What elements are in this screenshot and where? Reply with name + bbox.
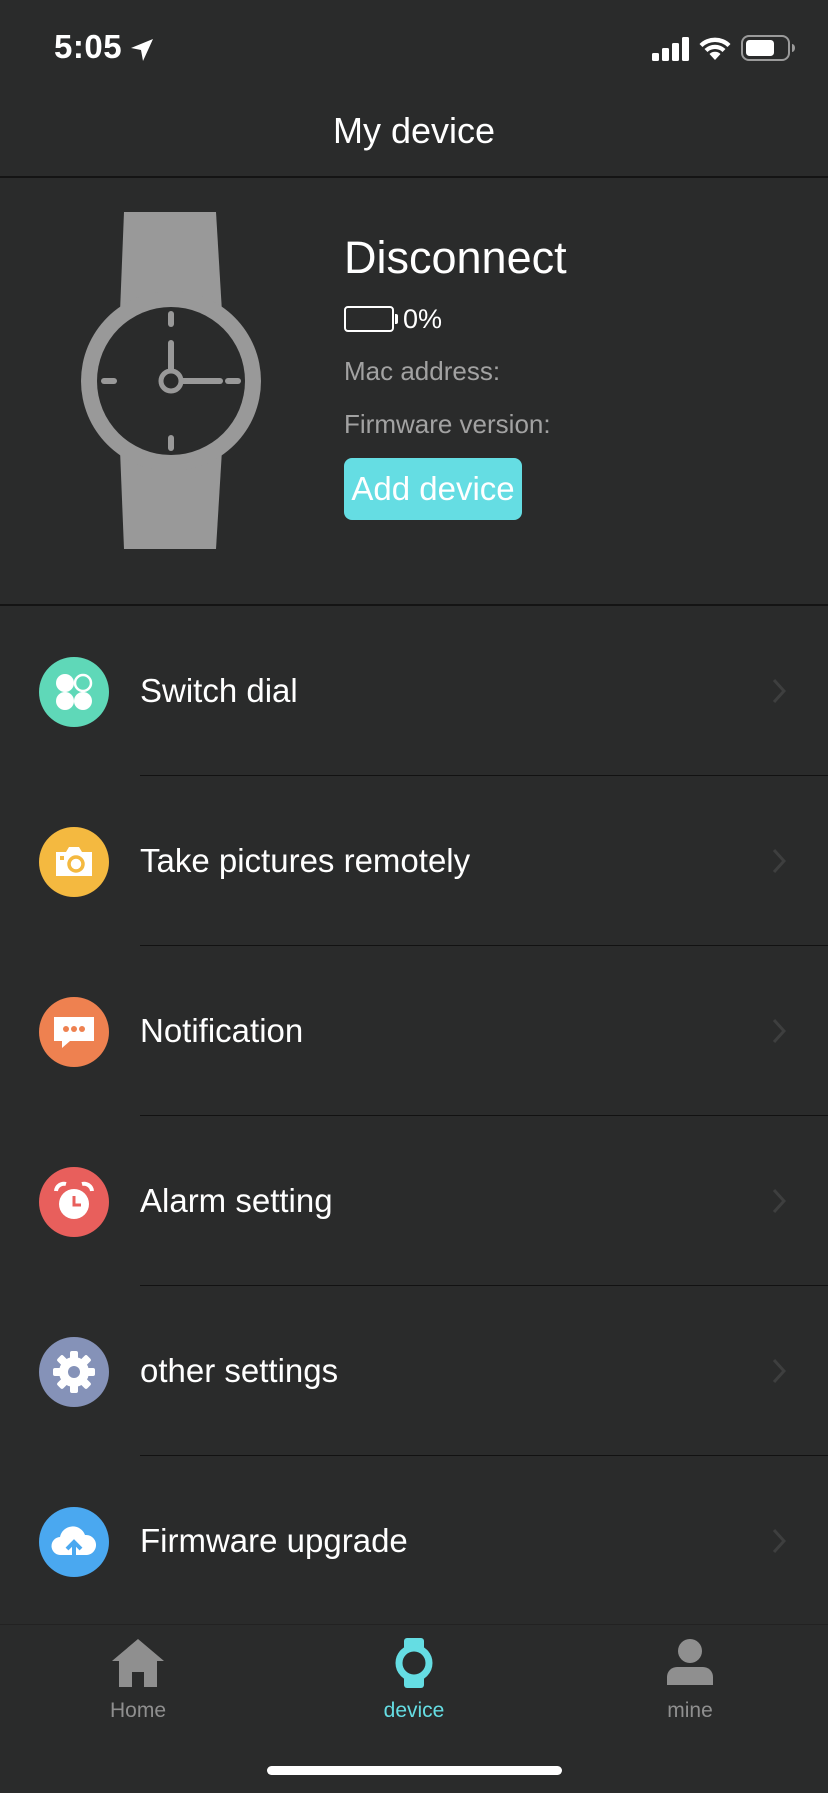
mac-address-label: Mac address: — [344, 356, 501, 386]
menu-item-label: Take pictures remotely — [140, 842, 471, 879]
camera-icon — [39, 827, 109, 897]
menu-item-label: Notification — [140, 1012, 304, 1049]
chevron-right-icon — [772, 848, 786, 874]
menu-item-firmware-upgrade[interactable]: Firmware upgrade — [0, 1456, 828, 1626]
battery-outline-icon — [344, 306, 394, 332]
device-info: Disconnect 0% Mac address: Firmware vers… — [344, 232, 567, 520]
chevron-right-icon — [772, 1018, 786, 1044]
page-title: My device — [332, 110, 496, 151]
device-menu-list: Switch dial Take pictures remotely Notif… — [0, 606, 828, 1626]
menu-item-label: Switch dial — [140, 672, 298, 709]
home-indicator[interactable] — [267, 1766, 562, 1775]
battery-percent: 0% — [403, 304, 443, 334]
status-bar: 5:05 — [0, 0, 828, 88]
tab-device[interactable]: device — [276, 1625, 552, 1745]
gear-icon — [39, 1337, 109, 1407]
battery-tip — [395, 314, 398, 324]
tab-mine[interactable]: mine — [552, 1625, 828, 1745]
cellular-signal-icon — [652, 37, 689, 61]
navigation-bar: My device — [0, 88, 828, 178]
location-arrow-icon — [131, 39, 153, 61]
cloud-upload-icon — [39, 1507, 109, 1577]
menu-item-switch-dial[interactable]: Switch dial — [0, 606, 828, 776]
alarm-clock-icon — [39, 1167, 109, 1237]
home-icon — [112, 1639, 164, 1687]
menu-item-other-settings[interactable]: other settings — [0, 1286, 828, 1456]
add-device-button[interactable]: Add device — [344, 458, 522, 520]
menu-item-label: Firmware upgrade — [140, 1522, 408, 1559]
battery-status-icon — [741, 35, 795, 61]
tab-home[interactable]: Home — [0, 1625, 276, 1745]
menu-item-label: Alarm setting — [140, 1182, 333, 1219]
chevron-right-icon — [772, 678, 786, 704]
watch-battery: 0% — [344, 303, 544, 335]
watch-icon — [395, 1638, 433, 1688]
dial-icon — [39, 657, 109, 727]
firmware-version-label: Firmware version: — [344, 409, 551, 439]
tab-label: mine — [667, 1699, 713, 1722]
person-icon — [667, 1639, 713, 1685]
chevron-right-icon — [772, 1358, 786, 1384]
menu-item-label: other settings — [140, 1352, 339, 1389]
connection-status: Disconnect — [344, 232, 567, 283]
menu-item-notification[interactable]: Notification — [0, 946, 828, 1116]
device-card: Disconnect 0% Mac address: Firmware vers… — [0, 178, 828, 606]
menu-item-take-pictures[interactable]: Take pictures remotely — [0, 776, 828, 946]
wifi-icon — [699, 37, 731, 60]
watch-illustration-icon — [81, 212, 261, 549]
chevron-right-icon — [772, 1528, 786, 1554]
menu-item-alarm-setting[interactable]: Alarm setting — [0, 1116, 828, 1286]
tab-label: device — [383, 1699, 445, 1722]
chevron-right-icon — [772, 1188, 786, 1214]
message-icon — [39, 997, 109, 1067]
status-time: 5:05 — [54, 28, 123, 65]
tab-label: Home — [109, 1699, 167, 1722]
